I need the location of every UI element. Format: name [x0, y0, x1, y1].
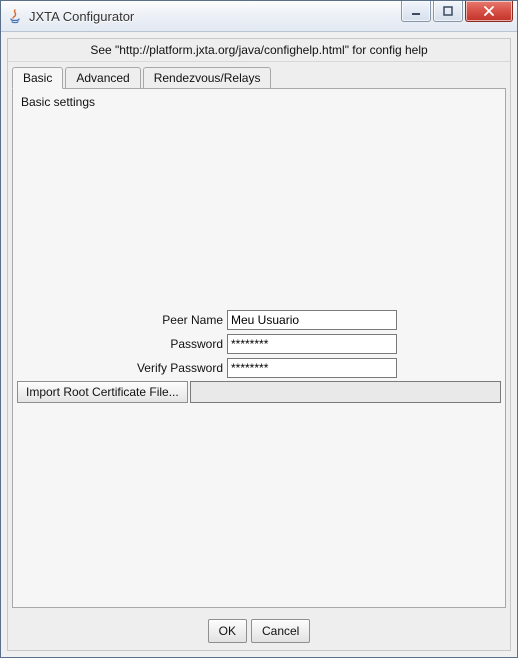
java-icon [7, 8, 23, 24]
tab-panel-basic: Basic settings Peer Name Password Verify… [12, 88, 506, 608]
verify-password-input[interactable] [227, 358, 397, 378]
window-title: JXTA Configurator [29, 9, 401, 24]
tab-basic[interactable]: Basic [12, 67, 63, 89]
help-text: See "http://platform.jxta.org/java/confi… [8, 39, 510, 62]
tab-strip: Basic Advanced Rendezvous/Relays [8, 62, 510, 88]
peer-name-input[interactable] [227, 310, 397, 330]
basic-form: Peer Name Password Verify Password Impor… [13, 309, 505, 403]
titlebar: JXTA Configurator [1, 1, 517, 32]
window-controls [401, 1, 517, 31]
import-cert-button[interactable]: Import Root Certificate File... [17, 381, 188, 403]
ok-button[interactable]: OK [208, 619, 247, 643]
row-verify-password: Verify Password [13, 357, 505, 379]
row-password: Password [13, 333, 505, 355]
password-input[interactable] [227, 334, 397, 354]
app-window: JXTA Configurator See "http://platform.j… [0, 0, 518, 658]
row-peer-name: Peer Name [13, 309, 505, 331]
peer-name-label: Peer Name [13, 313, 227, 327]
tab-rendezvous[interactable]: Rendezvous/Relays [143, 67, 272, 89]
close-button[interactable] [465, 1, 513, 22]
tab-advanced[interactable]: Advanced [65, 67, 140, 89]
verify-password-label: Verify Password [13, 361, 227, 375]
cancel-button[interactable]: Cancel [251, 619, 310, 643]
dialog-buttons: OK Cancel [8, 612, 510, 650]
password-label: Password [13, 337, 227, 351]
maximize-button[interactable] [433, 1, 463, 22]
section-title: Basic settings [13, 89, 505, 115]
import-cert-path[interactable] [190, 381, 501, 403]
client-area: See "http://platform.jxta.org/java/confi… [7, 38, 511, 651]
row-import-cert: Import Root Certificate File... [17, 381, 501, 403]
minimize-button[interactable] [401, 1, 431, 22]
